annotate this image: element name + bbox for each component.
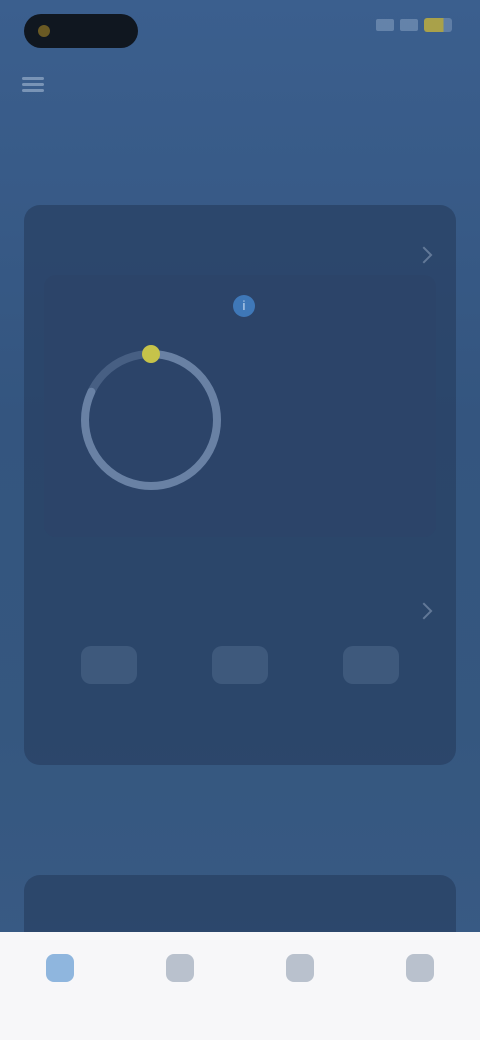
tab-profile[interactable] bbox=[360, 932, 480, 1040]
tab-grid[interactable] bbox=[240, 932, 360, 1040]
list-icon bbox=[166, 954, 194, 982]
home-icon bbox=[46, 954, 74, 982]
chevron-right-icon[interactable] bbox=[415, 602, 433, 620]
app-header bbox=[0, 60, 480, 116]
profile-icon bbox=[406, 954, 434, 982]
forecast-item[interactable] bbox=[321, 640, 421, 740]
status-bar bbox=[0, 0, 480, 56]
weather-icon bbox=[81, 646, 138, 684]
main-card: i bbox=[24, 205, 456, 765]
tab-home[interactable] bbox=[0, 932, 120, 1040]
stat-value bbox=[306, 457, 406, 497]
stat-label bbox=[306, 437, 406, 457]
progress-gauge bbox=[76, 345, 226, 495]
menu-icon[interactable] bbox=[22, 74, 46, 98]
stat-label bbox=[306, 353, 406, 373]
stat-value bbox=[306, 373, 406, 413]
forecast-item[interactable] bbox=[59, 640, 159, 740]
tab-list[interactable] bbox=[120, 932, 240, 1040]
recording-dot-icon bbox=[38, 25, 50, 37]
weather-icon bbox=[342, 646, 399, 684]
battery-icon bbox=[424, 18, 452, 32]
forecast-row bbox=[44, 640, 436, 740]
details-link-row[interactable]: i bbox=[44, 295, 436, 317]
wifi-icon bbox=[400, 19, 418, 31]
status-time-pill bbox=[24, 14, 138, 48]
grid-icon bbox=[286, 954, 314, 982]
status-indicators bbox=[376, 18, 452, 32]
gauge-indicator-icon bbox=[142, 345, 160, 363]
signal-icon bbox=[376, 19, 394, 31]
chevron-right-icon[interactable] bbox=[415, 246, 433, 264]
bottom-tab-bar bbox=[0, 932, 480, 1040]
summary-panel: i bbox=[44, 275, 436, 537]
app-root: i bbox=[0, 0, 480, 1040]
forecast-item[interactable] bbox=[190, 640, 290, 740]
weather-icon bbox=[211, 646, 268, 684]
gauge-svg bbox=[81, 345, 221, 490]
stats-column bbox=[306, 353, 406, 497]
info-icon[interactable]: i bbox=[233, 295, 255, 317]
